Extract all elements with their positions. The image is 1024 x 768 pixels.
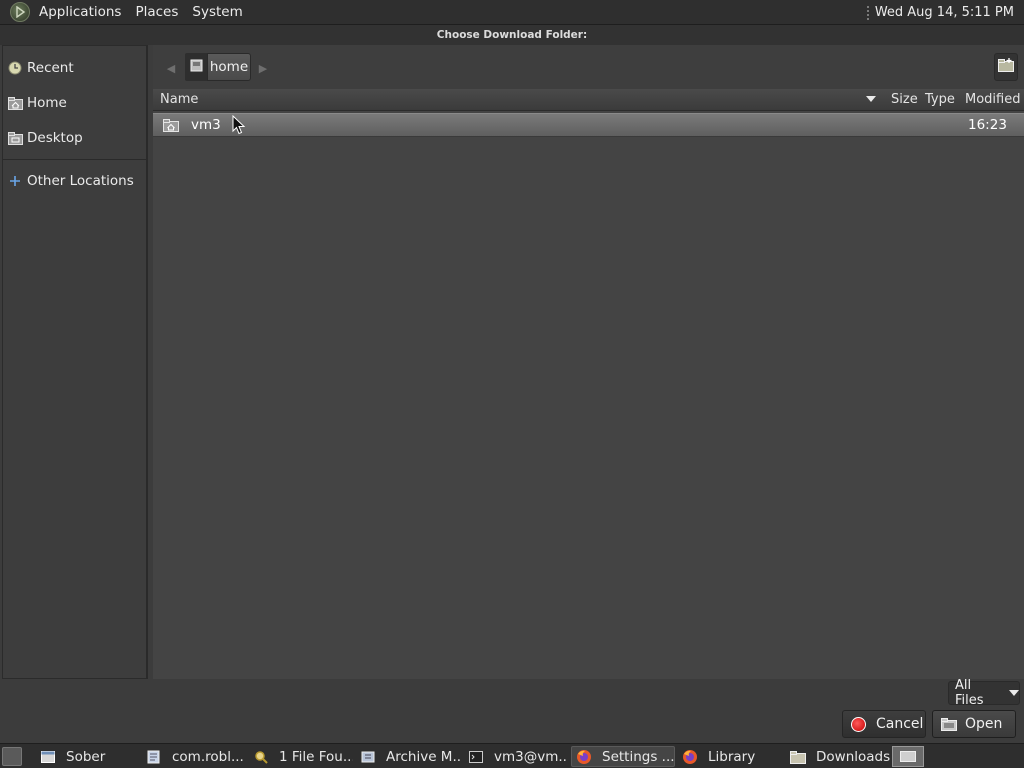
sidebar-separator bbox=[3, 159, 147, 160]
task-label: Settings ... bbox=[602, 748, 675, 765]
task-label: Downloads bbox=[816, 748, 890, 765]
column-name[interactable]: Name bbox=[160, 89, 198, 111]
new-folder-icon bbox=[998, 58, 1014, 76]
file-filter-value: All Files bbox=[955, 678, 984, 708]
applications-logo-icon[interactable] bbox=[10, 2, 30, 22]
sidebar-item-recent[interactable]: Recent bbox=[3, 55, 147, 81]
file-modified: 16:23 bbox=[968, 117, 1007, 133]
sidebar-item-label: Recent bbox=[27, 60, 74, 76]
workspace-switcher[interactable] bbox=[892, 746, 924, 767]
plus-icon bbox=[7, 173, 23, 189]
path-left-arrow-icon[interactable]: ◀ bbox=[161, 55, 181, 81]
drive-icon bbox=[190, 59, 203, 76]
open-button[interactable]: Open bbox=[932, 710, 1016, 738]
sidebar-item-home[interactable]: Home bbox=[3, 90, 147, 116]
cancel-label: Cancel bbox=[876, 716, 924, 732]
task-text-editor[interactable]: com.robl... bbox=[142, 746, 248, 767]
open-folder-icon bbox=[941, 717, 957, 731]
folder-icon bbox=[790, 749, 806, 765]
search-icon bbox=[253, 749, 269, 765]
clock-icon bbox=[7, 60, 23, 76]
task-label: vm3@vm... bbox=[494, 748, 568, 765]
column-modified[interactable]: Modified bbox=[965, 89, 1020, 111]
places-sidebar: Recent Home Desktop Other Locations bbox=[2, 45, 148, 679]
archive-icon bbox=[360, 749, 376, 765]
task-label: com.robl... bbox=[172, 748, 244, 765]
menu-applications[interactable]: Applications bbox=[32, 0, 128, 25]
task-label: Library bbox=[708, 748, 756, 765]
top-panel: Applications Places System Wed Aug 14, 5… bbox=[0, 0, 1024, 25]
home-folder-icon bbox=[7, 95, 23, 111]
column-header: Name Size Type Modified bbox=[153, 89, 1024, 111]
task-downloads[interactable]: Downloads bbox=[786, 746, 890, 767]
dialog-action-area: All Files Cancel Open bbox=[0, 678, 1024, 743]
task-terminal[interactable]: vm3@vm... bbox=[464, 746, 568, 767]
sidebar-item-label: Home bbox=[27, 95, 67, 111]
text-editor-icon bbox=[146, 749, 162, 765]
task-archive-manager[interactable]: Archive M... bbox=[356, 746, 460, 767]
home-folder-icon bbox=[163, 118, 179, 134]
dialog-title: Choose Download Folder: bbox=[0, 25, 1024, 45]
file-filter-dropdown[interactable]: All Files bbox=[948, 678, 1020, 708]
window-icon bbox=[40, 749, 56, 765]
sidebar-item-label: Desktop bbox=[27, 130, 83, 146]
sort-descending-icon[interactable] bbox=[866, 96, 876, 102]
task-firefox-library[interactable]: Library bbox=[678, 746, 782, 767]
firefox-icon bbox=[682, 749, 698, 765]
open-label: Open bbox=[965, 716, 1003, 732]
root-drive-button[interactable] bbox=[185, 53, 207, 81]
path-right-arrow-icon[interactable]: ▶ bbox=[253, 55, 273, 81]
task-label: 1 File Fou... bbox=[279, 748, 353, 765]
stop-icon bbox=[851, 716, 866, 732]
column-size[interactable]: Size bbox=[891, 89, 918, 111]
task-sober[interactable]: Sober bbox=[36, 746, 140, 767]
task-label: Sober bbox=[66, 748, 106, 765]
file-row-vm3[interactable]: vm3 16:23 bbox=[153, 113, 1024, 137]
sidebar-item-desktop[interactable]: Desktop bbox=[3, 125, 147, 151]
create-folder-button[interactable] bbox=[994, 53, 1018, 81]
terminal-icon bbox=[468, 749, 484, 765]
chevron-down-icon bbox=[1009, 690, 1019, 696]
breadcrumb-home[interactable]: home bbox=[207, 53, 251, 81]
menu-places[interactable]: Places bbox=[128, 0, 185, 25]
clock[interactable]: Wed Aug 14, 5:11 PM bbox=[875, 5, 1014, 20]
menu-system[interactable]: System bbox=[185, 0, 249, 25]
task-firefox-settings[interactable]: Settings ... bbox=[571, 746, 675, 767]
path-bar: ◀ home ▶ bbox=[153, 45, 1024, 89]
taskbar: Sober com.robl... 1 File Fou... Archive … bbox=[0, 743, 1024, 768]
mouse-pointer-icon bbox=[232, 115, 246, 135]
sidebar-item-other-locations[interactable]: Other Locations bbox=[3, 168, 147, 194]
firefox-icon bbox=[576, 749, 592, 765]
desktop-folder-icon bbox=[7, 130, 23, 146]
task-search[interactable]: 1 File Fou... bbox=[249, 746, 353, 767]
show-desktop-button[interactable] bbox=[2, 747, 22, 766]
panel-separator bbox=[866, 5, 869, 20]
column-type[interactable]: Type bbox=[925, 89, 955, 111]
file-browser: ◀ home ▶ Name Size Type Modified vm3 16:… bbox=[153, 45, 1024, 679]
file-name: vm3 bbox=[191, 117, 221, 133]
sidebar-item-label: Other Locations bbox=[27, 173, 134, 189]
cancel-button[interactable]: Cancel bbox=[842, 710, 926, 738]
task-label: Archive M... bbox=[386, 748, 460, 765]
